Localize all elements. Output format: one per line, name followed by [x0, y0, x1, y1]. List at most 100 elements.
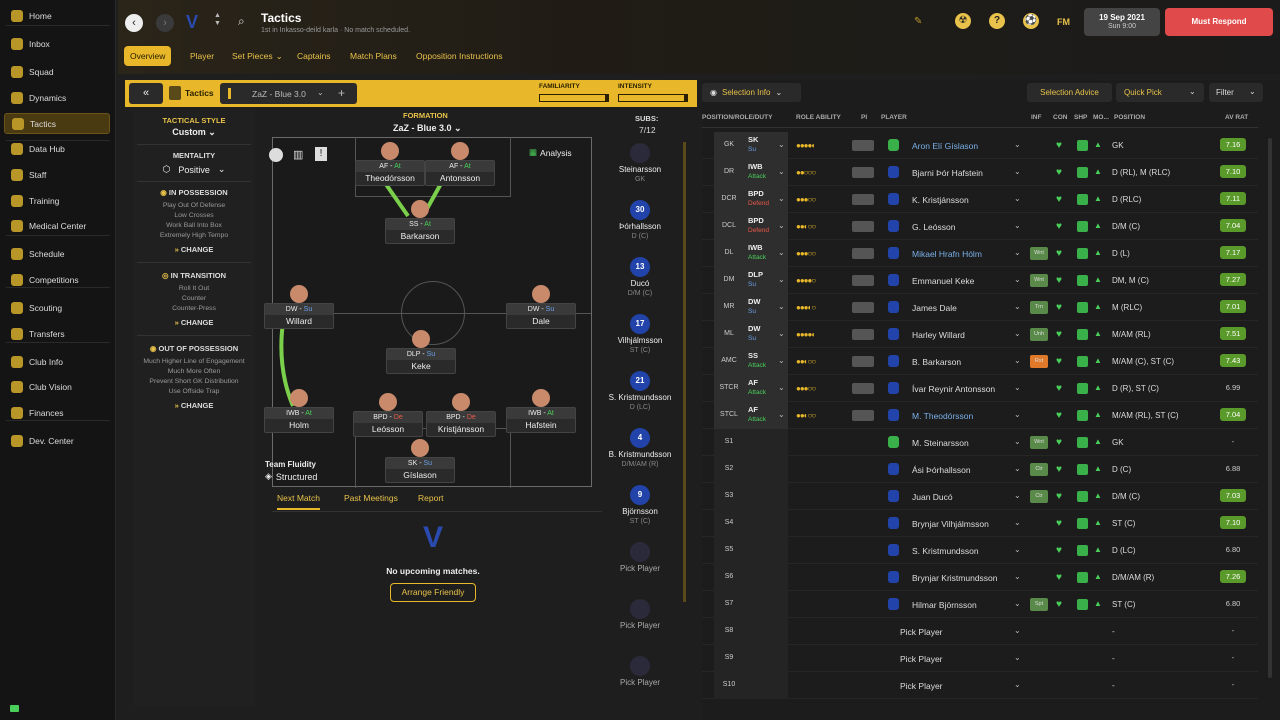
back-button[interactable]: ‹ — [125, 14, 143, 32]
chevron-down-icon[interactable]: ⌄ — [1014, 383, 1021, 392]
sub-slot[interactable]: Pick Player — [605, 599, 675, 630]
chevron-down-icon[interactable]: ⌄ — [1014, 518, 1021, 527]
sub-slot[interactable]: Pick Player — [605, 542, 675, 573]
table-row[interactable]: STCR AF Attack ⌄ ●●●○○ Ívar Reynir Antonsson ⌄… — [702, 375, 1258, 402]
player-instructions-icon[interactable] — [852, 275, 874, 286]
sidebar-item-squad[interactable]: Squad — [4, 61, 110, 82]
player-card[interactable]: AF - At Antonsson — [425, 160, 495, 186]
player-card[interactable]: IWB - At Hafstein — [506, 407, 576, 433]
sub-slot[interactable]: 9 Björnsson ST (C) — [605, 485, 675, 525]
player-info-icon[interactable] — [269, 148, 283, 162]
table-row[interactable]: DL IWB Attack ⌄ ●●●○○ Mikael Hrafn Hólm ⌄ Wnt ♥ ▲… — [702, 240, 1258, 267]
radiation-icon[interactable]: ☢ — [955, 13, 971, 29]
player-instructions-icon[interactable] — [852, 221, 874, 232]
table-row[interactable]: STCL AF Attack ⌄ ●●◐○○ M. Theodórsson ⌄ ♥ ▲ M/AM … — [702, 402, 1258, 429]
arrange-friendly-button[interactable]: Arrange Friendly — [390, 583, 476, 602]
chevron-down-icon[interactable]: ⌄ — [1014, 572, 1021, 581]
player-card[interactable]: SK - Su Gíslason — [385, 457, 455, 483]
column-header[interactable]: POSITION/ROLE/DUTY — [702, 114, 772, 121]
help-icon[interactable]: ? — [989, 13, 1005, 29]
tab-past-meetings[interactable]: Past Meetings — [344, 493, 398, 503]
column-header[interactable]: INF — [1031, 114, 1041, 121]
table-row[interactable]: S4 Brynjar Vilhjálmsson ⌄ ♥ ▲ ST (C) 7.10 — [702, 510, 1258, 537]
position-cell[interactable]: S2 — [714, 456, 788, 483]
player-name[interactable]: Emmanuel Keke — [912, 276, 974, 286]
table-row[interactable]: S5 S. Kristmundsson ⌄ ♥ ▲ D (LC) 6.80 — [702, 537, 1258, 564]
fm-logo[interactable]: FM — [1057, 17, 1070, 27]
subs-scrollbar[interactable] — [683, 142, 686, 602]
table-row[interactable]: S7 Hilmar Björnsson ⌄ Spt ♥ ▲ ST (C) 6.80 — [702, 591, 1258, 618]
player-name[interactable]: Harley Willard — [912, 330, 965, 340]
player-instructions-icon[interactable] — [852, 194, 874, 205]
forward-button[interactable]: › — [156, 14, 174, 32]
sidebar-item-medical-center[interactable]: Medical Center — [4, 215, 110, 236]
player-name[interactable]: Brynjar Kristmundsson — [912, 573, 998, 583]
tactic-selector[interactable]: ZaZ - Blue 3.0 ⌄ + — [220, 83, 357, 104]
sub-slot[interactable]: Steinarsson GK — [605, 143, 675, 183]
chevron-down-icon[interactable]: ⌄ — [1014, 167, 1021, 176]
collapse-button[interactable]: « — [129, 83, 163, 104]
table-row[interactable]: AMC SS Attack ⌄ ●●◐○○ B. Barkarson ⌄ Rst ♥ ▲ M/AM … — [702, 348, 1258, 375]
tab-overview[interactable]: Overview — [124, 46, 172, 66]
chevron-down-icon[interactable]: ⌄ — [1014, 140, 1021, 149]
position-cell[interactable]: DR IWB Attack ⌄ — [714, 159, 788, 186]
player-instructions-icon[interactable] — [852, 302, 874, 313]
sidebar-item-dynamics[interactable]: Dynamics — [4, 87, 110, 108]
player-name[interactable]: B. Barkarson — [912, 357, 961, 367]
table-row[interactable]: S2 Ási Þórhallsson ⌄ Ctr ♥ ▲ D (C) 6.88 — [702, 456, 1258, 483]
position-cell[interactable]: S5 — [714, 537, 788, 564]
chevron-down-icon[interactable]: ⌄ — [1014, 356, 1021, 365]
player-name[interactable]: G. Leósson — [912, 222, 955, 232]
player-card[interactable]: DLP - Su Keke — [386, 348, 456, 374]
selection-info-dropdown[interactable]: ◉ Selection Info ⌄ — [702, 83, 801, 102]
player-instructions-icon[interactable] — [852, 248, 874, 259]
table-row[interactable]: DCL BPD Defend ⌄ ●●◐○○ G. Leósson ⌄ ♥ ▲ D/M (C) 7.… — [702, 213, 1258, 240]
chevron-down-icon[interactable]: ⌄ — [1014, 680, 1021, 689]
sidebar-item-training[interactable]: Training — [4, 190, 110, 211]
player-name[interactable]: Hilmar Björnsson — [912, 600, 977, 610]
position-cell[interactable]: S8 — [714, 618, 788, 645]
analysis-button[interactable]: ▦ Analysis — [529, 147, 572, 158]
sidebar-item-club-info[interactable]: Club Info — [4, 351, 110, 372]
player-card[interactable]: SS - At Barkarson — [385, 218, 455, 244]
must-respond-button[interactable]: Must Respond — [1165, 8, 1273, 36]
position-cell[interactable]: DCL BPD Defend ⌄ — [714, 213, 788, 240]
table-row[interactable]: S8 Pick Player ⌄ - - — [702, 618, 1258, 645]
position-cell[interactable]: S3 — [714, 483, 788, 510]
sidebar-item-dev-center[interactable]: Dev. Center — [4, 430, 110, 451]
tab-opposition-instructions[interactable]: Opposition Instructions — [410, 46, 508, 66]
player-name[interactable]: Brynjar Vilhjálmsson — [912, 519, 989, 529]
chevron-down-icon[interactable]: ⌄ — [1014, 599, 1021, 608]
table-row[interactable]: MR DW Su ⌄ ●●●◐○ James Dale ⌄ Trn ♥ ▲ M (RLC) 7.01 — [702, 294, 1258, 321]
selection-advice-button[interactable]: Selection Advice — [1027, 83, 1112, 102]
position-cell[interactable]: STCR AF Attack ⌄ — [714, 375, 788, 402]
player-name[interactable]: Pick Player — [900, 627, 943, 637]
quick-pick-button[interactable]: Quick Pick ⌄ — [1116, 83, 1204, 102]
sidebar-item-club-vision[interactable]: Club Vision — [4, 376, 110, 397]
chevron-down-icon[interactable]: ⌄ — [1014, 653, 1021, 662]
chevron-down-icon[interactable]: ⌄ — [1014, 545, 1021, 554]
player-card[interactable]: DW - Su Willard — [264, 303, 334, 329]
player-card[interactable]: BPD - De Kristjánsson — [426, 411, 496, 437]
player-instructions-icon[interactable] — [852, 329, 874, 340]
player-card[interactable]: BPD - De Leósson — [353, 411, 423, 437]
sidebar-item-scouting[interactable]: Scouting — [4, 297, 110, 318]
player-card[interactable]: DW - Su Dale — [506, 303, 576, 329]
change-in-transition-button[interactable]: » CHANGE — [133, 318, 255, 327]
column-header[interactable]: POSITION — [1114, 114, 1145, 121]
sidebar-item-tactics[interactable]: Tactics — [4, 113, 110, 134]
table-row[interactable]: ML DW Su ⌄ ●●●●◐ Harley Willard ⌄ Unh ♥ ▲ M/AM (RL… — [702, 321, 1258, 348]
chevron-down-icon[interactable]: ⌄ — [1014, 437, 1021, 446]
position-cell[interactable]: AMC SS Attack ⌄ — [714, 348, 788, 375]
edit-icon[interactable]: ✎ — [914, 16, 922, 27]
player-name[interactable]: M. Theodórsson — [912, 411, 973, 421]
position-cell[interactable]: STCL AF Attack ⌄ — [714, 402, 788, 429]
position-cell[interactable]: GK SK Su ⌄ — [714, 132, 788, 159]
sub-slot[interactable]: Pick Player — [605, 656, 675, 687]
player-name[interactable]: Ási Þórhallsson — [912, 465, 971, 475]
sub-slot[interactable]: 13 Ducó D/M (C) — [605, 257, 675, 297]
status-icon[interactable] — [10, 705, 19, 712]
column-header[interactable]: ROLE ABILITY — [796, 114, 841, 121]
tab-match-plans[interactable]: Match Plans — [344, 46, 403, 66]
chevron-down-icon[interactable]: ⌄ — [1014, 248, 1021, 257]
